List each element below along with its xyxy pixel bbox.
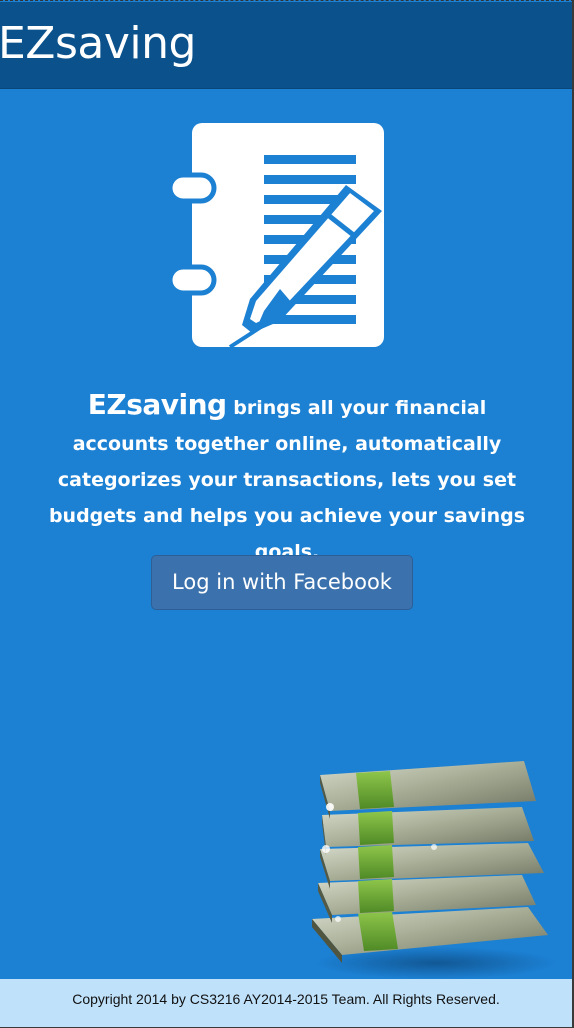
app-header: EZsaving: [0, 2, 572, 89]
copyright-text: Copyright 2014 by CS3216 AY2014-2015 Tea…: [72, 991, 500, 1007]
footer: Copyright 2014 by CS3216 AY2014-2015 Tea…: [0, 979, 572, 1027]
notebook-pen-icon: [167, 119, 408, 351]
intro-brand: EZsaving: [87, 388, 227, 421]
app-frame: EZsaving EZsaving brings all your financ…: [0, 0, 574, 1028]
intro-text: EZsaving brings all your financial accou…: [40, 387, 534, 570]
facebook-login-button[interactable]: Log in with Facebook: [151, 555, 413, 610]
money-stack-image: [296, 749, 558, 979]
app-title: EZsaving: [0, 18, 196, 69]
intro-description: brings all your financial accounts toget…: [48, 397, 526, 563]
